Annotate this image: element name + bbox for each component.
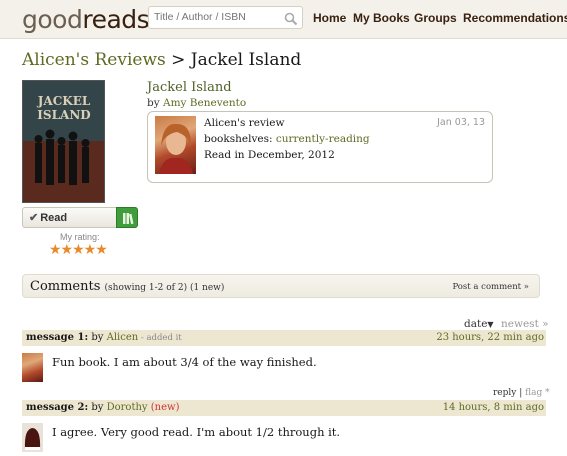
my-rating-label: My rating: xyxy=(60,232,100,242)
author-link[interactable]: Amy Benevento xyxy=(163,97,246,109)
message-header: message 1: by Alicen - added it 23 hours… xyxy=(22,330,546,346)
svg-text:ISLAND: ISLAND xyxy=(37,108,90,122)
checkmark-icon: ✔ xyxy=(29,212,39,224)
nav-groups[interactable]: Groups xyxy=(414,11,457,25)
breadcrumb-book-title: Jackel Island xyxy=(190,50,302,70)
top-navigation-bar: goodreads Home My Books Groups Recommend… xyxy=(0,0,567,39)
svg-text:JACKEL: JACKEL xyxy=(37,94,91,108)
review-shelves: bookshelves: currently-reading xyxy=(204,133,370,145)
avatar[interactable] xyxy=(22,423,43,452)
message-author-link[interactable]: Alicen xyxy=(107,332,139,343)
nav-home[interactable]: Home xyxy=(313,11,346,25)
comments-header: Comments (showing 1-2 of 2) (1 new) Post… xyxy=(22,274,540,298)
book-author-line: by Amy Benevento xyxy=(147,97,247,109)
read-status-button[interactable]: ✔ Read xyxy=(22,207,117,228)
message-author-link[interactable]: Dorothy xyxy=(107,402,148,413)
message-timestamp[interactable]: 14 hours, 8 min ago xyxy=(443,402,544,413)
shelf-menu-button[interactable] xyxy=(116,207,138,228)
shelf-link[interactable]: currently-reading xyxy=(276,133,370,145)
message-header: message 2: by Dorothy (new) 14 hours, 8 … xyxy=(22,400,546,416)
book-title-link[interactable]: Jackel Island xyxy=(147,80,232,95)
message-timestamp[interactable]: 23 hours, 22 min ago xyxy=(436,332,544,343)
review-read-date: Read in December, 2012 xyxy=(204,149,335,161)
review-box: Alicen's review Jan 03, 13 bookshelves: … xyxy=(147,111,493,183)
message-text: I agree. Very good read. I'm about 1/2 t… xyxy=(52,425,341,439)
flag-link[interactable]: flag * xyxy=(525,388,550,398)
review-date[interactable]: Jan 03, 13 xyxy=(437,117,485,128)
breadcrumb-reviews-link[interactable]: Alicen's Reviews xyxy=(22,50,166,70)
review-heading: Alicen's review xyxy=(204,117,285,129)
reply-link[interactable]: reply xyxy=(493,388,516,398)
goodreads-logo[interactable]: goodreads xyxy=(22,5,150,34)
message-actions: reply | flag * xyxy=(493,388,550,398)
search-box[interactable] xyxy=(148,6,303,29)
nav-recommendations[interactable]: Recommendations xyxy=(463,11,567,25)
search-icon[interactable] xyxy=(284,11,298,26)
dropdown-arrow-icon: ▼ xyxy=(487,320,494,329)
avatar[interactable] xyxy=(155,116,196,174)
book-cover[interactable]: JACKEL ISLAND xyxy=(22,80,105,203)
breadcrumb-separator: > xyxy=(165,50,191,70)
bookshelf-icon xyxy=(123,213,134,225)
page-title: Alicen's Reviews > Jackel Island xyxy=(22,50,301,70)
comments-title: Comments (showing 1-2 of 2) (1 new) xyxy=(30,279,225,294)
message-text: Fun book. I am about 3/4 of the way fini… xyxy=(52,355,317,369)
comments-count: (showing 1-2 of 2) (1 new) xyxy=(104,283,225,293)
sort-by-date[interactable]: date▼ xyxy=(464,318,494,330)
nav-my-books[interactable]: My Books xyxy=(353,11,410,25)
new-badge: (new) xyxy=(150,402,180,413)
post-comment-link[interactable]: Post a comment » xyxy=(452,282,529,292)
sort-newest-link[interactable]: newest » xyxy=(501,318,549,330)
rating-stars[interactable]: ★★★★★ xyxy=(49,242,108,258)
avatar[interactable] xyxy=(22,353,43,382)
search-input[interactable] xyxy=(154,11,284,23)
